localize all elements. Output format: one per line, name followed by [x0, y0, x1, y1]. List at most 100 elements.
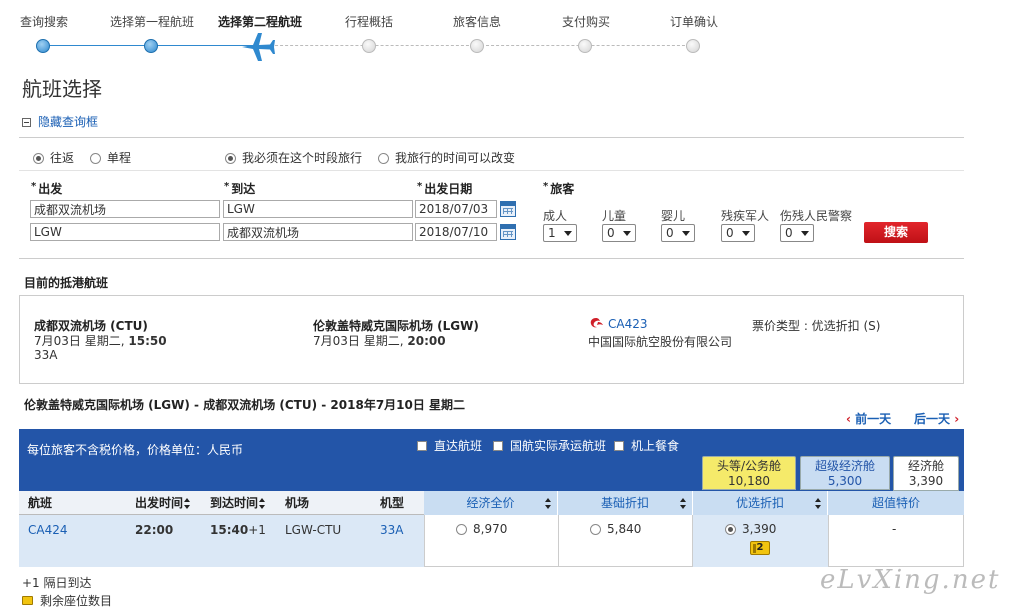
- cabin-tab-economy[interactable]: 经济舱 3,390: [893, 456, 959, 491]
- step-search: 查询搜索: [20, 15, 69, 29]
- outbound-aircraft: 33A: [34, 348, 58, 362]
- sort-icon[interactable]: [184, 498, 191, 509]
- pax-child-select[interactable]: 0: [602, 224, 636, 242]
- chevron-down-icon: [742, 231, 750, 236]
- pax-veteran-select[interactable]: 0: [721, 224, 755, 242]
- pax-police-select[interactable]: 0: [780, 224, 814, 242]
- seats-left-badge: 2: [750, 541, 770, 555]
- step-first-leg: 选择第一程航班: [110, 15, 195, 29]
- time-fixed-radio[interactable]: 我必须在这个时段旅行: [225, 149, 362, 166]
- outbound-to-datetime: 7月03日 星期二, 20:00: [313, 334, 446, 348]
- step-confirmation: 订单确认: [670, 15, 719, 29]
- step-dot-done: [36, 39, 50, 53]
- pax-veteran-label: 残疾军人: [721, 209, 770, 223]
- cabin-tab-first-business[interactable]: 头等/公务舱 10,180: [702, 456, 796, 490]
- calendar-icon[interactable]: [500, 224, 516, 240]
- step-dot-done: [144, 39, 158, 53]
- trip-round-radio[interactable]: 往返: [33, 149, 74, 166]
- sort-icon[interactable]: [259, 498, 266, 509]
- seat-badge-icon: [22, 596, 33, 605]
- from-label: * 出发: [31, 181, 63, 196]
- fare-option-super-value: -: [892, 522, 897, 536]
- row-aircraft-link[interactable]: 33A: [380, 523, 403, 537]
- outbound-flight-link[interactable]: CA423: [608, 317, 648, 331]
- next-day-link[interactable]: 后一天 ›: [914, 410, 959, 427]
- leg2-date-input[interactable]: [415, 223, 497, 241]
- row-airport: LGW-CTU: [285, 523, 342, 537]
- airplane-icon: [242, 33, 275, 61]
- chevron-down-icon: [564, 231, 572, 236]
- leg1-from-input[interactable]: [30, 200, 220, 218]
- legend-seats: 剩余座位数目: [22, 592, 112, 609]
- outbound-from-datetime: 7月03日 星期二, 15:50: [34, 334, 167, 348]
- chevron-down-icon: [623, 231, 631, 236]
- checkbox-icon: [493, 441, 503, 451]
- trip-round-label: 往返: [50, 151, 75, 165]
- cabin-tab-premium-economy[interactable]: 超级经济舱 5,300: [800, 456, 890, 490]
- step-summary: 行程概括: [345, 15, 394, 29]
- leg1-to-input[interactable]: [223, 200, 413, 218]
- pax-adult-label: 成人: [543, 209, 568, 223]
- watermark: eLvXing.net: [820, 565, 1001, 595]
- row-depart-time: 22:00: [135, 523, 174, 537]
- step-dot-todo: [470, 39, 484, 53]
- col-depart[interactable]: 出发时间: [135, 491, 183, 515]
- sort-icon[interactable]: [545, 498, 552, 509]
- collapse-icon: [22, 118, 31, 127]
- date-label: * 出发日期: [417, 181, 473, 196]
- outbound-section-title: 目前的抵港航班: [24, 276, 109, 290]
- step-dot-todo: [686, 39, 700, 53]
- radio-checked-icon: [725, 524, 736, 535]
- page-title: 航班选择: [22, 77, 102, 101]
- leg2-to-input[interactable]: [223, 223, 413, 241]
- pax-child-label: 儿童: [602, 209, 627, 223]
- leg2-from-input[interactable]: [30, 223, 220, 241]
- leg1-date-input[interactable]: [415, 200, 497, 218]
- col-arrive[interactable]: 到达时间: [210, 491, 258, 515]
- sort-icon[interactable]: [680, 498, 687, 509]
- time-flexible-radio[interactable]: 我旅行的时间可以改变: [378, 149, 515, 166]
- outbound-airline: 中国国际航空股份有限公司: [588, 335, 733, 349]
- time-flexible-label: 我旅行的时间可以改变: [395, 151, 516, 165]
- fare-option-basic-discount[interactable]: 5,840: [590, 522, 641, 536]
- prev-day-link[interactable]: ‹ 前一天: [846, 410, 891, 427]
- inbound-route-title: 伦敦盖特威克国际机场 (LGW) - 成都双流机场 (CTU) - 2018年7…: [24, 398, 466, 412]
- divider: [19, 137, 964, 138]
- radio-unchecked-icon: [378, 153, 389, 164]
- price-note: 每位旅客不含税价格，价格单位：人民币: [27, 443, 244, 457]
- fare-col-basic-discount[interactable]: 基础折扣: [558, 491, 693, 515]
- sort-icon[interactable]: [815, 498, 822, 509]
- trip-oneway-radio[interactable]: 单程: [90, 149, 131, 166]
- step-dot-todo: [578, 39, 592, 53]
- radio-checked-icon: [33, 153, 44, 164]
- filter-meal-checkbox[interactable]: 机上餐食: [614, 437, 679, 454]
- trip-oneway-label: 单程: [107, 151, 132, 165]
- toggle-search-link[interactable]: 隐藏查询框: [22, 113, 98, 130]
- pax-police-label: 伤残人民警察: [780, 209, 853, 223]
- radio-unchecked-icon: [90, 153, 101, 164]
- col-aircraft: 机型: [380, 496, 405, 510]
- calendar-icon[interactable]: [500, 201, 516, 217]
- row-flight-link[interactable]: CA424: [28, 523, 68, 537]
- fare-col-full-economy[interactable]: 经济全价: [424, 491, 558, 515]
- pax-infant-select[interactable]: 0: [661, 224, 695, 242]
- divider: [19, 258, 964, 259]
- fare-option-preferred-discount[interactable]: 3,390: [725, 522, 776, 536]
- divider: [19, 170, 964, 171]
- chevron-right-icon: ›: [954, 412, 960, 426]
- step-passenger-info: 旅客信息: [453, 15, 502, 29]
- fare-option-full-economy[interactable]: 8,970: [456, 522, 507, 536]
- chevron-left-icon: ‹: [846, 412, 851, 426]
- step-dot-todo: [362, 39, 376, 53]
- filter-direct-checkbox[interactable]: 直达航班: [417, 437, 482, 454]
- fare-col-preferred-discount[interactable]: 优选折扣: [693, 491, 828, 515]
- fare-col-super-value[interactable]: 超值特价: [828, 491, 964, 515]
- air-china-logo-icon: [590, 318, 603, 328]
- radio-unchecked-icon: [456, 524, 467, 535]
- search-button[interactable]: 搜索: [864, 222, 928, 243]
- chevron-down-icon: [682, 231, 690, 236]
- pax-infant-label: 婴儿: [661, 209, 686, 223]
- checkbox-icon: [614, 441, 624, 451]
- filter-ca-operated-checkbox[interactable]: 国航实际承运航班: [493, 437, 606, 454]
- pax-adult-select[interactable]: 1: [543, 224, 577, 242]
